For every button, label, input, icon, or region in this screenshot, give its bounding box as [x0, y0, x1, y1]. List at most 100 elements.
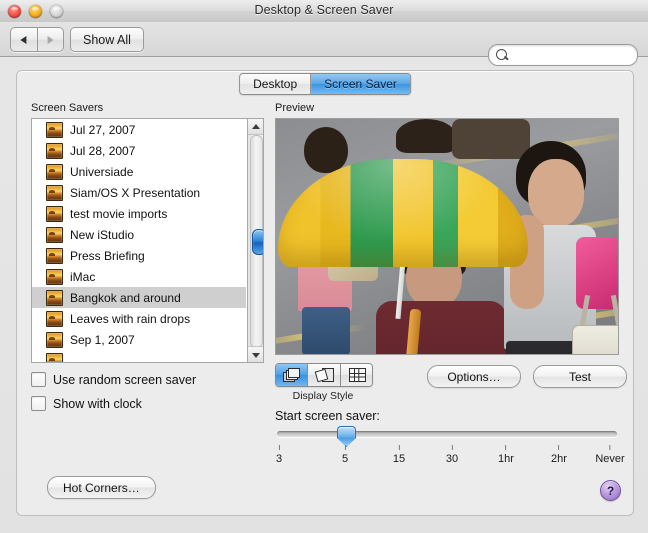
screen-savers-label: Screen Savers — [31, 102, 104, 114]
display-style-segmented-control[interactable] — [275, 363, 373, 387]
display-style-caption: Display Style — [292, 390, 354, 402]
display-style-slideshow-button[interactable] — [276, 364, 308, 386]
options-button-label: Options… — [447, 369, 501, 384]
hot-corners-label: Hot Corners… — [63, 480, 140, 495]
tick-label: 2hr — [551, 453, 567, 465]
screen-saver-preview[interactable] — [275, 118, 619, 355]
navigation-button-group — [10, 27, 64, 52]
list-item-partial[interactable] — [32, 350, 246, 362]
tick-label: 30 — [445, 453, 459, 465]
album-thumbnail-icon — [46, 289, 63, 306]
list-item-label: New iStudio — [70, 227, 135, 242]
list-item[interactable]: New iStudio — [32, 224, 246, 245]
list-item-selected[interactable]: Bangkok and around — [32, 287, 246, 308]
list-item[interactable]: test movie imports — [32, 203, 246, 224]
help-button[interactable]: ? — [600, 480, 621, 501]
list-item-label: Leaves with rain drops — [70, 311, 191, 326]
test-button[interactable]: Test — [533, 365, 627, 388]
checkbox-box[interactable] — [31, 372, 46, 387]
display-style-mosaic-button[interactable] — [339, 364, 372, 386]
checkbox-label: Use random screen saver — [53, 372, 197, 387]
album-thumbnail-icon — [46, 268, 63, 285]
list-item-label: Bangkok and around — [70, 290, 181, 305]
collage-icon — [315, 368, 335, 383]
preview-photo — [276, 119, 618, 354]
tick-mark — [451, 445, 453, 450]
scrollbar-thumb[interactable] — [252, 229, 263, 255]
slider-tick: 5 — [342, 445, 348, 465]
display-style-collage-button[interactable] — [307, 364, 340, 386]
start-screen-saver-control: Start screen saver: 3 5 15 30 1hr 2hr Ne… — [275, 409, 625, 471]
album-thumbnail-icon — [46, 184, 63, 201]
album-thumbnail-icon — [46, 142, 63, 159]
slider-tick: 30 — [446, 445, 458, 465]
options-button[interactable]: Options… — [427, 365, 521, 388]
back-button[interactable] — [11, 28, 37, 51]
list-item[interactable]: Siam/OS X Presentation — [32, 182, 246, 203]
list-item[interactable]: Leaves with rain drops — [32, 308, 246, 329]
toolbar: Show All — [0, 22, 648, 66]
slideshow-icon — [283, 368, 300, 382]
slider-label: Start screen saver: — [275, 409, 380, 423]
preview-column: Preview — [275, 102, 619, 355]
checkbox-use-random-screen-saver[interactable]: Use random screen saver — [31, 372, 264, 387]
tab-desktop[interactable]: Desktop — [240, 74, 311, 94]
album-thumbnail-icon — [46, 205, 63, 222]
album-thumbnail-icon — [46, 331, 63, 348]
slider-tick: Never — [595, 445, 625, 465]
preferences-panel: Desktop Screen Saver Screen Savers Jul 2… — [16, 70, 634, 516]
preview-label: Preview — [275, 102, 315, 114]
forward-arrow-icon — [47, 35, 54, 44]
list-item-label: Jul 27, 2007 — [70, 122, 136, 137]
list-item-label: test movie imports — [70, 206, 168, 221]
list-item-label: Jul 28, 2007 — [70, 143, 136, 158]
search-input[interactable] — [511, 47, 633, 64]
window-titlebar: Desktop & Screen Saver — [0, 0, 648, 23]
album-thumbnail-icon — [46, 352, 63, 362]
list-item[interactable]: Jul 27, 2007 — [32, 119, 246, 140]
scrollbar-track[interactable] — [250, 135, 263, 348]
checkbox-show-with-clock[interactable]: Show with clock — [31, 396, 264, 411]
triangle-up-icon — [251, 123, 260, 129]
screen-savers-list[interactable]: Jul 27, 2007 Jul 28, 2007 Universiade Si… — [31, 118, 264, 363]
list-item[interactable]: iMac — [32, 266, 246, 287]
slider-thumb[interactable] — [337, 426, 356, 447]
tick-label: Never — [595, 453, 625, 465]
list-item-label: iMac — [70, 269, 96, 284]
tick-mark — [344, 445, 346, 450]
show-all-button[interactable]: Show All — [70, 27, 144, 52]
list-item[interactable]: Sep 1, 2007 — [32, 329, 246, 350]
screen-savers-list-content: Jul 27, 2007 Jul 28, 2007 Universiade Si… — [32, 119, 246, 362]
tick-mark — [609, 445, 611, 450]
slider-ticks: 3 5 15 30 1hr 2hr Never — [276, 445, 625, 471]
list-item[interactable]: Jul 28, 2007 — [32, 140, 246, 161]
list-item[interactable]: Universiade — [32, 161, 246, 182]
screen-savers-column: Screen Savers Jul 27, 2007 Jul 28, 2007 … — [31, 102, 264, 411]
tick-mark — [505, 445, 507, 450]
list-item[interactable]: Press Briefing — [32, 245, 246, 266]
forward-button[interactable] — [36, 28, 64, 51]
tick-label: 15 — [392, 453, 406, 465]
umbrella-highlight — [278, 159, 528, 267]
back-arrow-icon — [20, 35, 27, 44]
checkbox-box[interactable] — [31, 396, 46, 411]
list-item-label: Siam/OS X Presentation — [70, 185, 201, 200]
background-person — [452, 119, 530, 159]
hot-corners-button[interactable]: Hot Corners… — [47, 476, 156, 499]
search-field[interactable] — [488, 44, 638, 66]
list-item-label: Press Briefing — [70, 248, 145, 263]
album-thumbnail-icon — [46, 310, 63, 327]
tab-screen-saver-label: Screen Saver — [324, 77, 397, 91]
tab-screen-saver[interactable]: Screen Saver — [310, 74, 410, 94]
child-figure — [302, 307, 350, 354]
mosaic-grid-icon — [348, 368, 366, 382]
test-button-label: Test — [568, 369, 591, 384]
list-scrollbar[interactable] — [247, 119, 263, 362]
slider-track[interactable] — [277, 426, 617, 447]
scroll-up-arrow-icon[interactable] — [248, 119, 263, 135]
album-thumbnail-icon — [46, 247, 63, 264]
checkbox-label: Show with clock — [53, 396, 142, 411]
slider-tick: 2hr — [551, 445, 567, 465]
slider-tick: 1hr — [498, 445, 514, 465]
scroll-down-arrow-icon[interactable] — [248, 346, 263, 362]
